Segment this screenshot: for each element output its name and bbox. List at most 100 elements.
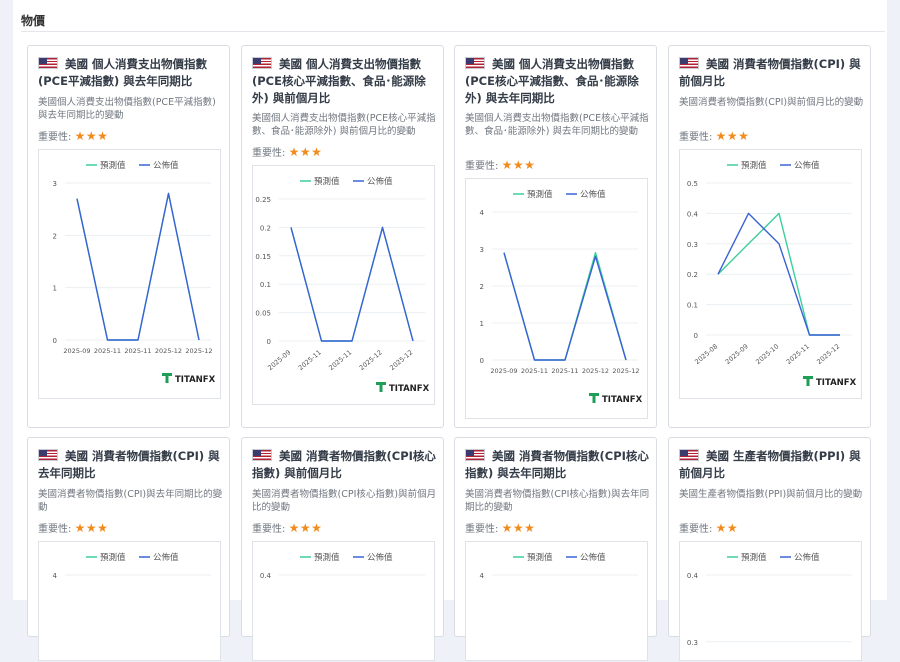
y-tick-label: 3 (480, 246, 484, 254)
indicator-card[interactable]: 美國 消費者物價指數(CPI核心指數) 與去年同期比 美國消費者物價指數(CPI… (454, 437, 657, 661)
x-tick-label: 2025-09 (63, 347, 90, 355)
card-description: 美國生產者物價指數(PPI)與前個月比的變動 (679, 489, 863, 500)
importance-label: 重要性: (252, 148, 286, 159)
x-tick-label: 2025-12 (155, 347, 182, 355)
importance-row: 重要性: ★★★ (465, 520, 535, 535)
us-flag-icon (38, 449, 58, 461)
card-title[interactable]: 美國 個人消費支出物價指數(PCE核心平減指數、食品･能源除外) 與去年同期比 (465, 56, 649, 107)
card-description: 美國個人消費支出物價指數(PCE核心平減指數、食品･能源除外) 與去年同期比的變… (465, 113, 649, 137)
legend-forecast-label: 預測值 (100, 160, 126, 171)
indicator-card[interactable]: 美國 消費者物價指數(CPI核心指數) 與前個月比 美國消費者物價指數(CPI核… (241, 437, 444, 661)
titanfx-logo-text: TITANFX (602, 395, 643, 405)
y-tick-label: 1 (53, 285, 57, 293)
y-tick-label: 3 (53, 180, 57, 188)
titanfx-logo: TITANFX (803, 376, 857, 388)
us-flag-icon (465, 449, 485, 461)
section-divider (21, 31, 885, 32)
section-title: 物價 (21, 14, 46, 28)
indicator-card[interactable]: 美國 消費者物價指數(CPI) 與前個月比 美國消費者物價指數(CPI)與前個月… (668, 45, 871, 428)
card-description: 美國消費者物價指數(CPI)與前個月比的變動 (679, 97, 864, 108)
legend-actual-label: 公佈值 (580, 552, 606, 563)
x-tick-label: 2025-11 (551, 367, 578, 375)
titanfx-logo-text: TITANFX (175, 375, 216, 385)
x-tick-label: 2025-12 (815, 342, 841, 366)
x-tick-label: 2025-12 (185, 347, 212, 355)
titanfx-logo-icon (589, 393, 599, 403)
legend-actual-label: 公佈值 (153, 160, 179, 171)
chart-container: 預測值 公佈值 0 0.05 0.1 0.15 0.2 0.25 2025-09 2025-11 2… (252, 165, 435, 405)
importance-row: 重要性: ★★★ (465, 157, 535, 172)
importance-label: 重要性: (252, 524, 286, 535)
legend-forecast-label: 預測值 (741, 160, 767, 171)
legend-actual-label: 公佈值 (580, 189, 606, 200)
indicator-card[interactable]: 美國 個人消費支出物價指數(PCE核心平減指數、食品･能源除外) 與去年同期比 … (454, 45, 657, 428)
titanfx-logo-text: TITANFX (389, 384, 430, 394)
indicator-card[interactable]: 美國 生產者物價指數(PPI) 與前個月比 美國生產者物價指數(PPI)與前個月… (668, 437, 871, 661)
us-flag-icon (252, 449, 272, 461)
forecast-series-line (503, 251, 627, 361)
chart-container: 預測值 公佈值 0.3 0.4 (679, 541, 862, 661)
x-tick-label: 2025-11 (94, 347, 121, 355)
card-title-text: 美國 消費者物價指數(CPI) 與去年同期比 (38, 449, 220, 480)
y-tick-label: 2 (480, 283, 484, 291)
importance-label: 重要性: (38, 132, 72, 143)
importance-stars: ★★★ (74, 129, 109, 143)
us-flag-icon (465, 57, 485, 69)
importance-stars: ★★★ (288, 145, 323, 159)
us-flag-icon (679, 449, 699, 461)
y-tick-label: 0.3 (687, 241, 698, 249)
line-chart: 預測值 公佈值 0 1 2 3 4 2025-09 2025-11 2025-11 2025-12 2… (480, 189, 643, 405)
titanfx-logo-text: TITANFX (816, 378, 857, 388)
chart-legend: 預測值 公佈值 (513, 552, 606, 563)
importance-label: 重要性: (38, 524, 72, 535)
card-title[interactable]: 美國 生產者物價指數(PPI) 與前個月比 (679, 448, 863, 482)
legend-actual-label: 公佈值 (367, 552, 393, 563)
card-title[interactable]: 美國 消費者物價指數(CPI核心指數) 與前個月比 (252, 448, 436, 482)
us-flag-icon (679, 57, 699, 69)
card-title[interactable]: 美國 消費者物價指數(CPI核心指數) 與去年同期比 (465, 448, 649, 482)
chart-legend: 預測值 公佈值 (513, 189, 606, 200)
card-title-text: 美國 消費者物價指數(CPI核心指數) 與前個月比 (252, 449, 436, 480)
card-title[interactable]: 美國 個人消費支出物價指數(PCE核心平減指數、食品･能源除外) 與前個月比 (252, 56, 436, 107)
importance-stars: ★★★ (288, 521, 323, 535)
line-chart: 預測值 公佈值 0.3 0.4 (687, 552, 852, 647)
y-tick-label: 0 (480, 357, 484, 365)
line-chart: 預測值 公佈值 0.4 (260, 552, 425, 580)
y-tick-label: 4 (480, 572, 485, 580)
legend-forecast-label: 預測值 (527, 189, 553, 200)
card-title[interactable]: 美國 個人消費支出物價指數(PCE平減指數) 與去年同期比 (38, 56, 222, 90)
importance-stars: ★★★ (501, 521, 536, 535)
legend-actual-label: 公佈值 (367, 176, 393, 187)
y-tick-label: 0.1 (260, 281, 271, 289)
y-tick-label: 0.4 (687, 210, 699, 218)
indicator-card[interactable]: 美國 個人消費支出物價指數(PCE平減指數) 與去年同期比 美國個人消費支出物價… (27, 45, 230, 428)
line-chart: 預測值 公佈值 4 (53, 552, 211, 580)
chart-legend: 預測值 公佈值 (300, 552, 393, 563)
x-tick-label: 2025-09 (266, 348, 292, 372)
chart-container: 預測值 公佈值 4 (38, 541, 221, 661)
y-tick-label: 0.4 (687, 572, 699, 580)
legend-forecast-label: 預測值 (527, 552, 553, 563)
card-title[interactable]: 美國 消費者物價指數(CPI) 與前個月比 (679, 56, 863, 90)
x-tick-label: 2025-12 (388, 348, 414, 372)
indicator-card[interactable]: 美國 個人消費支出物價指數(PCE核心平減指數、食品･能源除外) 與前個月比 美… (241, 45, 444, 428)
card-title[interactable]: 美國 消費者物價指數(CPI) 與去年同期比 (38, 448, 222, 482)
importance-row: 重要性: ★★★ (679, 128, 749, 143)
titanfx-logo-icon (803, 376, 813, 386)
indicator-card[interactable]: 美國 消費者物價指數(CPI) 與去年同期比 美國消費者物價指數(CPI)與去年… (27, 437, 230, 661)
card-description: 美國消費者物價指數(CPI)與去年同期比的變動 (38, 489, 223, 513)
y-tick-label: 0.3 (687, 639, 698, 647)
y-tick-label: 0.05 (255, 310, 271, 318)
legend-actual-label: 公佈值 (794, 160, 820, 171)
titanfx-logo-icon (376, 382, 386, 392)
card-title-text: 美國 消費者物價指數(CPI核心指數) 與去年同期比 (465, 449, 649, 480)
card-title-text: 美國 生產者物價指數(PPI) 與前個月比 (679, 449, 861, 480)
chart-container: 預測值 公佈值 0 1 2 3 4 2025-09 2025-11 2025-11 2025-12 2… (465, 178, 648, 419)
chart-legend: 預測值 公佈值 (727, 552, 820, 563)
importance-label: 重要性: (465, 524, 499, 535)
titanfx-logo: TITANFX (162, 373, 216, 385)
y-tick-label: 0.2 (687, 271, 698, 279)
us-flag-icon (38, 57, 58, 69)
chart-legend: 預測值 公佈值 (727, 160, 820, 171)
card-title-text: 美國 個人消費支出物價指數(PCE平減指數) 與去年同期比 (38, 57, 208, 88)
